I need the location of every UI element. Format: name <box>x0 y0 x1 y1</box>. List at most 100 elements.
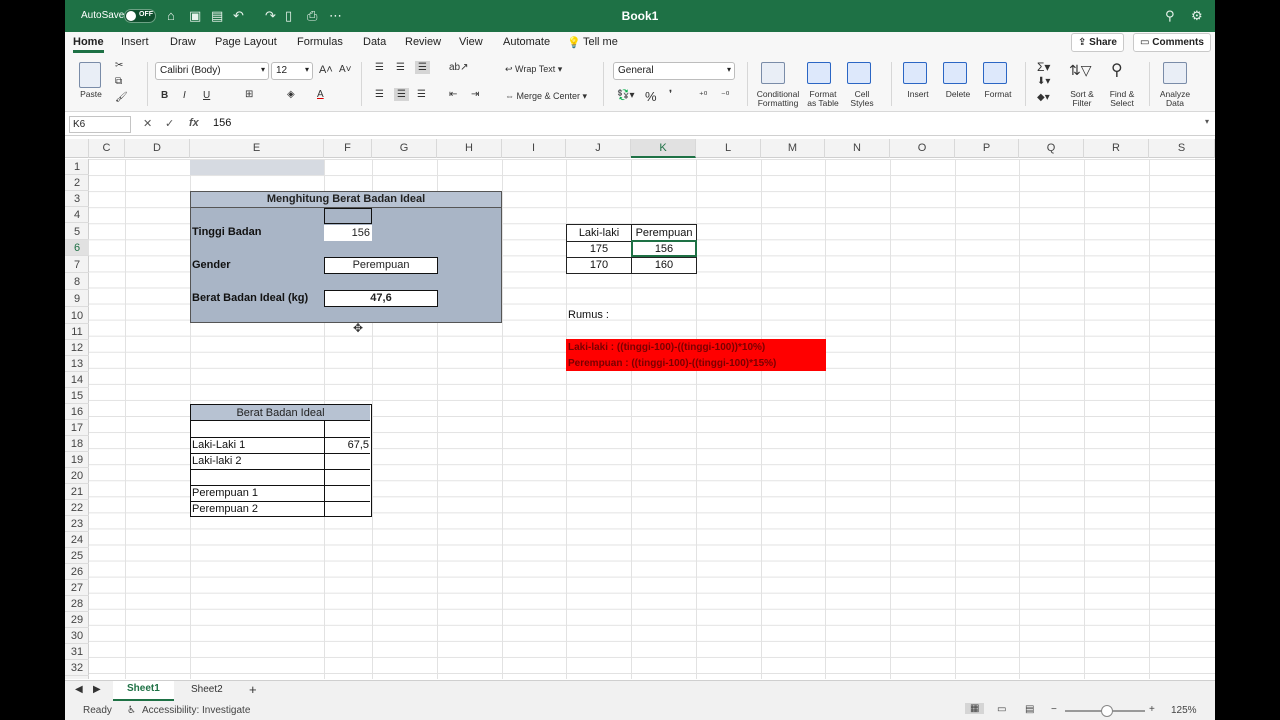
empty-bordered-cell[interactable] <box>324 208 372 224</box>
column-header-d[interactable]: D <box>125 139 190 158</box>
analyze-data-icon[interactable] <box>1163 62 1187 84</box>
lookup-cell[interactable]: 160 <box>632 259 696 271</box>
increase-decimal-icon[interactable]: ⁺⁰ <box>699 90 707 101</box>
cancel-icon[interactable]: ✕ <box>143 117 152 130</box>
wrap-text-button[interactable]: ↩ Wrap Text ▾ <box>505 64 562 75</box>
row-header[interactable]: 25 <box>65 548 89 564</box>
tab-home[interactable]: Home <box>73 36 104 53</box>
font-name-dropdown[interactable]: Calibri (Body) ▾ <box>155 62 269 80</box>
share-button[interactable]: ⇪ Share <box>1071 33 1124 52</box>
row-header[interactable]: 15 <box>65 388 89 404</box>
select-all-corner[interactable] <box>65 139 89 158</box>
row-header[interactable]: 8 <box>65 274 89 290</box>
row-header[interactable]: 27 <box>65 580 89 596</box>
zoom-slider-thumb[interactable] <box>1101 705 1113 717</box>
row-header[interactable]: 20 <box>65 468 89 484</box>
clear-icon[interactable]: ◆▾ <box>1037 92 1050 103</box>
row-header[interactable]: 7 <box>65 257 89 273</box>
analyze-data-label[interactable]: Analyze Data <box>1155 90 1195 108</box>
tell-me-search[interactable]: Tell me <box>583 36 618 48</box>
row-header[interactable]: 9 <box>65 291 89 307</box>
decrease-decimal-icon[interactable]: ⁻⁰ <box>721 90 729 101</box>
summary-row-value[interactable]: 67,5 <box>327 439 369 451</box>
delete-cells-label[interactable]: Delete <box>941 90 975 99</box>
zoom-out-icon[interactable]: − <box>1051 704 1057 715</box>
tab-formulas[interactable]: Formulas <box>297 36 343 48</box>
zoom-level[interactable]: 125% <box>1171 705 1197 716</box>
accounting-icon[interactable]: 💱▾ <box>617 90 634 101</box>
increase-font-icon[interactable]: A˄ <box>319 64 333 76</box>
row-header[interactable]: 22 <box>65 500 89 516</box>
column-header-l[interactable]: L <box>696 139 761 158</box>
column-header-o[interactable]: O <box>890 139 955 158</box>
borders-icon[interactable]: ⊞ <box>245 89 253 100</box>
column-header-k[interactable]: K <box>631 139 696 158</box>
height-input[interactable]: 156 <box>324 225 372 241</box>
row-header[interactable]: 11 <box>65 324 89 340</box>
confirm-icon[interactable]: ✓ <box>165 117 174 130</box>
underline-button[interactable]: U <box>203 90 210 101</box>
formula-input[interactable]: 156 <box>213 117 231 129</box>
column-header-n[interactable]: N <box>825 139 890 158</box>
align-center-icon[interactable]: ☰ <box>394 88 409 101</box>
number-format-dropdown[interactable]: General ▾ <box>613 62 735 80</box>
find-select-icon[interactable]: ⚲ <box>1111 60 1123 80</box>
row-header[interactable]: 32 <box>65 660 89 676</box>
row-header[interactable]: 21 <box>65 484 89 500</box>
column-header-i[interactable]: I <box>502 139 566 158</box>
cut-icon[interactable]: ✂ <box>115 60 123 71</box>
insert-cells-label[interactable]: Insert <box>901 90 935 99</box>
orientation-icon[interactable]: ab↗ <box>449 62 469 73</box>
find-select-label[interactable]: Find & Select <box>1105 90 1139 108</box>
column-header-p[interactable]: P <box>955 139 1019 158</box>
settings-icon[interactable]: ⚙ <box>1191 8 1203 24</box>
format-painter-icon[interactable]: 🖌 <box>115 92 128 103</box>
normal-view-icon[interactable]: ▦ <box>965 703 985 714</box>
column-header-r[interactable]: R <box>1084 139 1149 158</box>
row-header[interactable]: 16 <box>65 404 89 420</box>
column-header-c[interactable]: C <box>89 139 125 158</box>
comma-style-icon[interactable]: ❜ <box>669 89 672 100</box>
row-header[interactable]: 23 <box>65 516 89 532</box>
page-layout-view-icon[interactable]: ▭ <box>997 704 1006 715</box>
column-header-h[interactable]: H <box>437 139 502 158</box>
accessibility-status[interactable]: Accessibility: Investigate <box>142 705 250 716</box>
autosum-icon[interactable]: Σ▾ <box>1037 60 1050 74</box>
tab-insert[interactable]: Insert <box>121 36 149 48</box>
delete-cells-icon[interactable] <box>943 62 967 84</box>
row-header[interactable]: 30 <box>65 628 89 644</box>
tab-draw[interactable]: Draw <box>170 36 196 48</box>
lookup-cell[interactable]: 170 <box>567 259 631 271</box>
active-cell-k6[interactable] <box>631 240 697 257</box>
column-header-s[interactable]: S <box>1149 139 1215 158</box>
sheet-tab-sheet2[interactable]: Sheet2 <box>191 684 223 695</box>
conditional-formatting-icon[interactable] <box>761 62 785 84</box>
column-header-j[interactable]: J <box>566 139 631 158</box>
row-header[interactable]: 10 <box>65 308 89 324</box>
fill-icon[interactable]: ⬇▾ <box>1037 76 1050 87</box>
insert-function-button[interactable]: fx <box>189 117 199 129</box>
increase-indent-icon[interactable]: ⇥ <box>471 89 479 100</box>
copy-icon[interactable]: ⧉ <box>115 76 122 87</box>
column-header-q[interactable]: Q <box>1019 139 1084 158</box>
row-header[interactable]: 28 <box>65 596 89 612</box>
row-header[interactable]: 31 <box>65 644 89 660</box>
row-header[interactable]: 4 <box>65 207 89 223</box>
decrease-indent-icon[interactable]: ⇤ <box>449 89 457 100</box>
row-header[interactable]: 3 <box>65 191 89 207</box>
sheet-tab-sheet1[interactable]: Sheet1 <box>113 681 174 701</box>
fill-color-icon[interactable]: ◈ <box>287 89 295 100</box>
row-header[interactable]: 29 <box>65 612 89 628</box>
column-header-g[interactable]: G <box>372 139 437 158</box>
page-break-view-icon[interactable]: ▤ <box>1025 704 1034 715</box>
font-color-icon[interactable]: A <box>317 89 324 100</box>
column-header-f[interactable]: F <box>324 139 372 158</box>
search-icon[interactable]: ⚲ <box>1165 8 1175 24</box>
row-header[interactable]: 2 <box>65 175 89 191</box>
cell-styles-label[interactable]: Cell Styles <box>845 90 879 108</box>
comments-button[interactable]: ▭ Comments <box>1133 33 1211 52</box>
font-size-dropdown[interactable]: 12 ▾ <box>271 62 313 80</box>
percent-button[interactable]: % <box>645 89 657 104</box>
row-header[interactable]: 26 <box>65 564 89 580</box>
scroll-right-icon[interactable]: ▶ <box>93 684 101 695</box>
